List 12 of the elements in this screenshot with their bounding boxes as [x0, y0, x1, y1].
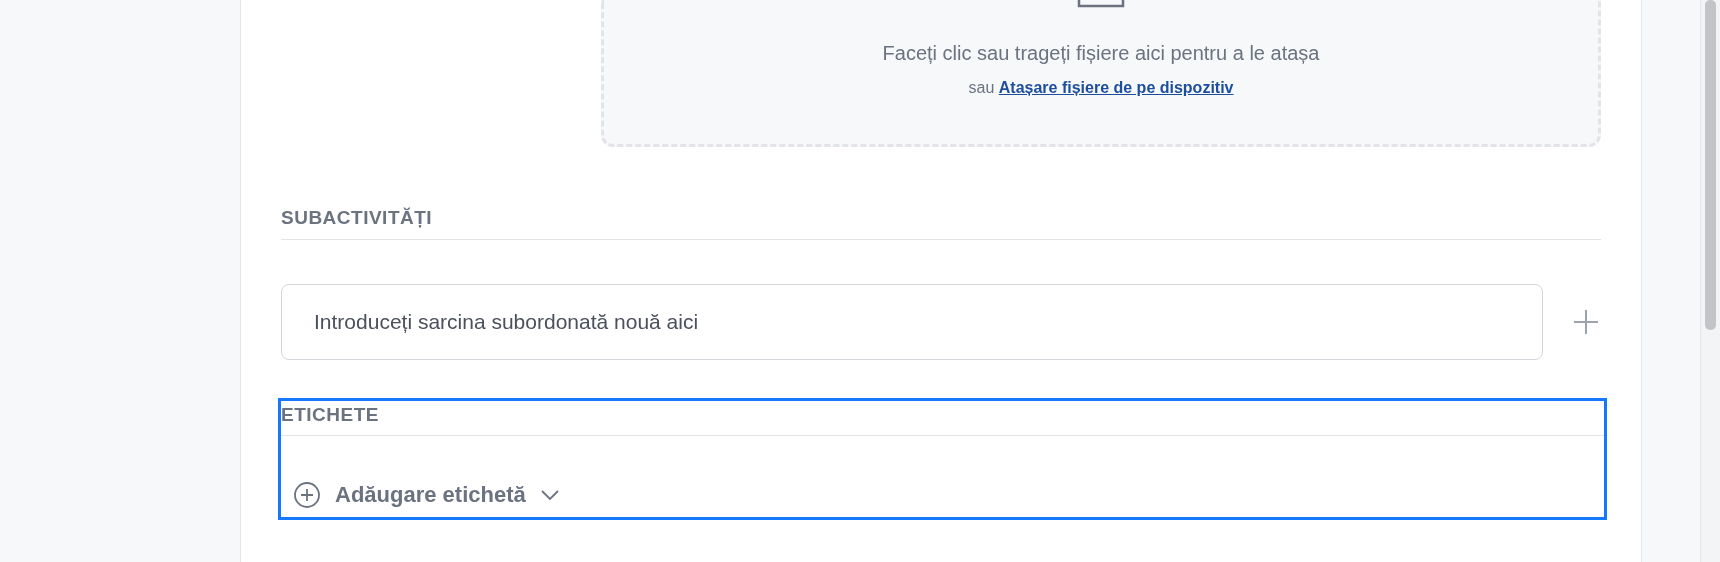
plus-circle-icon — [293, 480, 321, 509]
attach-files-link[interactable]: Atașare fișiere de pe dispozitiv — [998, 79, 1234, 96]
section-heading: ETICHETE — [281, 400, 1604, 436]
scrollbar-thumb[interactable] — [1705, 0, 1716, 330]
section-heading: SUBACTIVITĂȚI — [281, 204, 1601, 240]
subtask-input-field[interactable]: Introduceți sarcina subordonată nouă aici — [281, 283, 1543, 360]
dropzone[interactable]: Faceți clic sau trageți fișiere aici pentru a le atașa sau Atașare fișiere de pe dispozitiv — [601, 0, 1601, 147]
chevron-down-icon — [539, 488, 560, 501]
alternative-text: sau — [968, 79, 995, 96]
add-tag-button[interactable]: Adăugare etichetă — [281, 478, 572, 511]
dropzone-instruction: Faceți clic sau trageți fișiere aici pentru a le atașa — [882, 41, 1320, 66]
tray-icon — [1077, 0, 1125, 8]
